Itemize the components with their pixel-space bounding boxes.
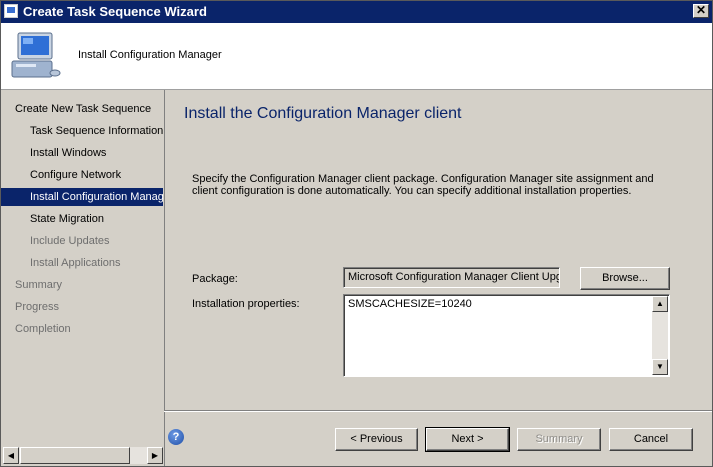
summary-button: Summary bbox=[517, 428, 601, 451]
title-bar[interactable]: Create Task Sequence Wizard ✕ bbox=[1, 1, 712, 23]
package-label: Package: bbox=[192, 273, 238, 285]
sidebar-item-state-migration[interactable]: State Migration bbox=[1, 210, 163, 228]
sidebar-item-install-configuration-manager[interactable]: Install Configuration Manager bbox=[1, 188, 163, 206]
close-icon: ✕ bbox=[695, 3, 707, 17]
scroll-left-icon: ◀ bbox=[7, 451, 15, 460]
next-button[interactable]: Next > bbox=[425, 427, 510, 452]
installation-properties-input[interactable]: SMSCACHESIZE=10240 ▲ ▼ bbox=[343, 294, 670, 377]
computer-icon bbox=[11, 32, 61, 78]
sidebar-item-install-windows[interactable]: Install Windows bbox=[1, 144, 163, 162]
scroll-right-button[interactable]: ▶ bbox=[147, 447, 163, 464]
previous-button[interactable]: < Previous bbox=[335, 428, 418, 451]
help-icon[interactable]: ? bbox=[168, 429, 184, 445]
sidebar-item-summary: Summary bbox=[15, 279, 63, 291]
scroll-right-icon: ▶ bbox=[151, 451, 159, 460]
sidebar-nav: Create New Task Sequence Task Sequence I… bbox=[1, 90, 163, 447]
close-button[interactable]: ✕ bbox=[693, 4, 709, 18]
page-description: Specify the Configuration Manager client… bbox=[192, 173, 654, 197]
sidebar-item-task-sequence-information[interactable]: Task Sequence Information bbox=[1, 122, 163, 140]
sidebar-item-progress: Progress bbox=[15, 301, 60, 313]
header-title: Install Configuration Manager bbox=[78, 49, 222, 61]
scrollbar-thumb[interactable] bbox=[20, 447, 130, 464]
sidebar-item-configure-network[interactable]: Configure Network bbox=[1, 166, 163, 184]
wizard-header: Install Configuration Manager bbox=[1, 23, 712, 90]
sidebar-item-include-updates: Include Updates bbox=[30, 235, 110, 247]
browse-button[interactable]: Browse... bbox=[580, 267, 670, 290]
footer-divider bbox=[164, 410, 712, 412]
scroll-down-icon: ▼ bbox=[656, 362, 664, 371]
wizard-app-icon bbox=[4, 4, 18, 18]
scroll-up-button[interactable]: ▲ bbox=[652, 296, 668, 312]
sidebar-item-create-new-task-sequence[interactable]: Create New Task Sequence bbox=[1, 100, 163, 118]
scroll-left-button[interactable]: ◀ bbox=[3, 447, 19, 464]
cancel-button[interactable]: Cancel bbox=[609, 428, 693, 451]
window-title: Create Task Sequence Wizard bbox=[23, 4, 207, 19]
scroll-up-icon: ▲ bbox=[656, 299, 664, 308]
sidebar-item-completion: Completion bbox=[15, 323, 71, 335]
installation-properties-label: Installation properties: bbox=[192, 298, 300, 310]
sidebar-item-install-applications: Install Applications bbox=[30, 257, 121, 269]
scroll-down-button[interactable]: ▼ bbox=[652, 359, 668, 375]
installation-properties-value: SMSCACHESIZE=10240 bbox=[348, 298, 472, 310]
page-title: Install the Configuration Manager client bbox=[184, 105, 462, 122]
properties-vertical-scrollbar[interactable]: ▲ ▼ bbox=[652, 296, 668, 375]
sidebar-horizontal-scrollbar[interactable]: ◀ ▶ bbox=[3, 447, 163, 464]
package-field: Microsoft Configuration Manager Client U… bbox=[343, 267, 560, 288]
wizard-window: Create Task Sequence Wizard ✕ Install Co… bbox=[0, 0, 713, 467]
